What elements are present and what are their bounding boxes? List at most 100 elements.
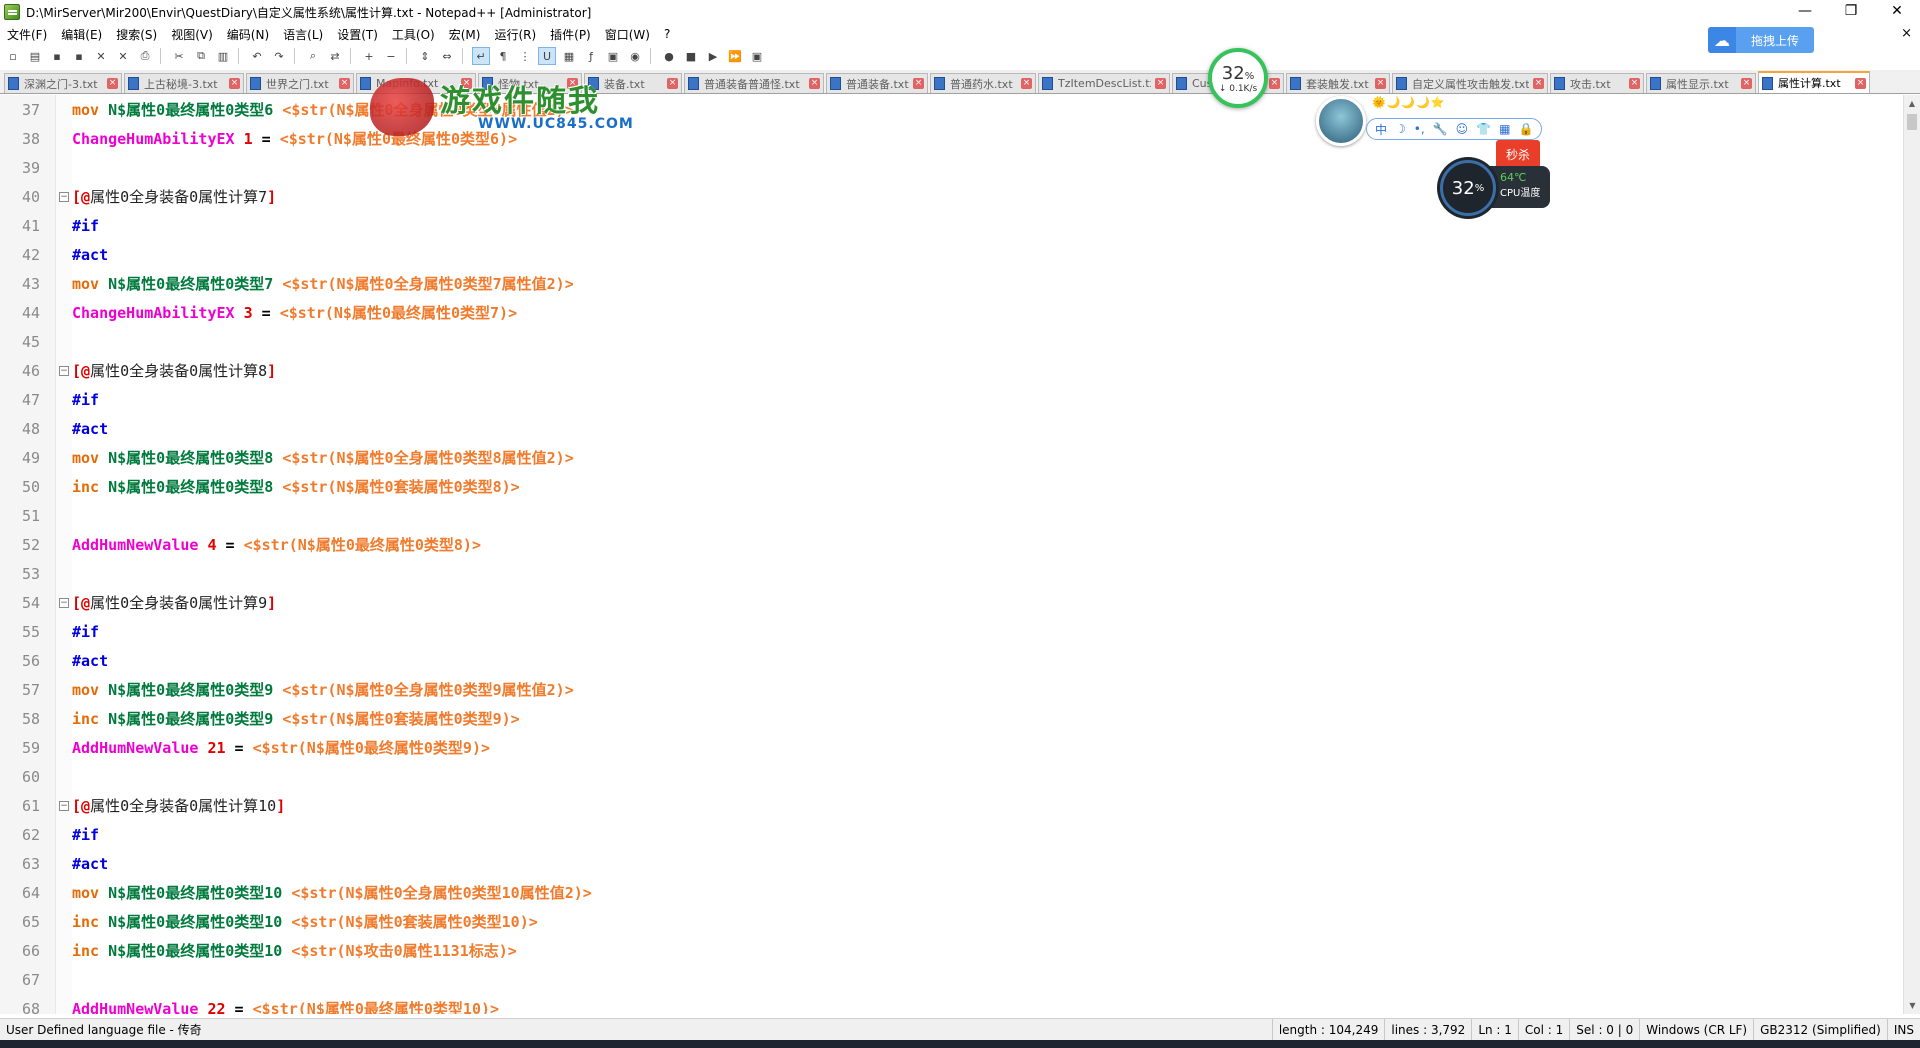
tab-close-icon[interactable]: × — [1021, 78, 1032, 89]
code-line[interactable]: 43 mov N$属性0最终属性0类型7 <$str(N$属性0全身属性0类型7属… — [0, 269, 1900, 298]
menu-search[interactable]: 搜索(S) — [109, 26, 164, 43]
sync-h-icon[interactable]: ⇔ — [438, 47, 456, 65]
tab-close-icon[interactable]: × — [1375, 78, 1386, 89]
lock-icon[interactable]: 🔒 — [1518, 122, 1533, 136]
scroll-up-icon[interactable]: ▲ — [1904, 95, 1920, 112]
code-line[interactable]: 37mov N$属性0最终属性0类型6 <$str(N$属性0全身属性0类型6属… — [0, 95, 1900, 124]
code-line[interactable]: 61 − [@属性0全身装备0属性计算10] — [0, 791, 1900, 820]
menu-settings[interactable]: 设置(T) — [330, 26, 385, 43]
menu-run[interactable]: 运行(R) — [487, 26, 543, 43]
save-icon[interactable]: ▪ — [48, 47, 66, 65]
menu-macro[interactable]: 宏(M) — [442, 26, 488, 43]
status-eol[interactable]: Windows (CR LF) — [1639, 1018, 1753, 1041]
tab-close-icon[interactable]: × — [913, 78, 924, 89]
code-line[interactable]: 59 AddHumNewValue 21 = <$str(N$属性0最终属性0类型… — [0, 733, 1900, 762]
wrench-icon[interactable]: 🔧 — [1433, 122, 1448, 136]
redo-icon[interactable]: ↷ — [270, 47, 288, 65]
run-macro-multiple-icon[interactable]: ⏩ — [726, 47, 744, 65]
code-line[interactable]: 49 mov N$属性0最终属性0类型8 <$str(N$属性0全身属性0类型8属… — [0, 443, 1900, 472]
code-line[interactable]: 39 — [0, 153, 1900, 182]
notepadpp-app-icon[interactable] — [4, 4, 20, 20]
tab-close-icon[interactable]: × — [1269, 78, 1280, 89]
code-line[interactable]: 47 #if — [0, 385, 1900, 414]
vertical-scrollbar[interactable]: ▲ ▼ — [1903, 95, 1920, 1014]
code-line[interactable]: 65 inc N$属性0最终属性0类型10 <$str(N$属性0套装属性0类型1… — [0, 907, 1900, 936]
undo-icon[interactable]: ↶ — [248, 47, 266, 65]
code-line[interactable]: 38 ChangeHumAbilityEX 1 = <$str(N$属性0最终属性… — [0, 124, 1900, 153]
code-line[interactable]: 53 — [0, 559, 1900, 588]
menu-tools[interactable]: 工具(O) — [385, 26, 442, 43]
cut-icon[interactable]: ✂ — [170, 47, 188, 65]
close-document-icon[interactable]: × — [1901, 26, 1912, 41]
code-line[interactable]: 57 mov N$属性0最终属性0类型9 <$str(N$属性0全身属性0类型9属… — [0, 675, 1900, 704]
emoji-icon[interactable]: ☺ — [1456, 122, 1469, 136]
document-tab[interactable]: 属性计算.txt × — [1758, 71, 1870, 93]
tab-close-icon[interactable]: × — [339, 78, 350, 89]
status-insert-mode[interactable]: INS — [1886, 1018, 1920, 1041]
document-tab[interactable]: 属性显示.txt × — [1646, 73, 1756, 93]
code-line[interactable]: 41 #if — [0, 211, 1900, 240]
code-line[interactable]: 62 #if — [0, 820, 1900, 849]
code-line[interactable]: 52 AddHumNewValue 4 = <$str(N$属性0最终属性0类型8… — [0, 530, 1900, 559]
document-tab[interactable]: 套装触发.txt × — [1286, 73, 1390, 93]
ime-toolbar[interactable]: 中 ☽ •, 🔧 ☺ 👕 ▦ 🔒 — [1366, 118, 1542, 140]
replace-icon[interactable]: ⇄ — [326, 47, 344, 65]
udl-icon[interactable]: U — [538, 47, 556, 65]
document-tab[interactable]: 上古秘境-3.txt × — [124, 73, 244, 93]
document-tab[interactable]: 普通装备普通怪.txt × — [684, 73, 824, 93]
tab-close-icon[interactable]: × — [1741, 78, 1752, 89]
zoom-in-icon[interactable]: + — [360, 47, 378, 65]
restore-button[interactable]: ❐ — [1828, 0, 1874, 22]
moon-icon[interactable]: ☽ — [1395, 122, 1406, 136]
document-tab[interactable]: 普通药水.txt × — [930, 73, 1036, 93]
fold-toggle-icon[interactable]: − — [59, 800, 69, 811]
save-macro-icon[interactable]: ▣ — [748, 47, 766, 65]
tab-close-icon[interactable]: × — [1855, 77, 1866, 89]
document-tab[interactable]: 深渊之门-3.txt × — [4, 73, 122, 93]
zoom-out-icon[interactable]: − — [382, 47, 400, 65]
code-line[interactable]: 67 — [0, 965, 1900, 994]
tab-close-icon[interactable]: × — [667, 78, 678, 89]
word-wrap-icon[interactable]: ↵ — [472, 47, 490, 65]
code-line[interactable]: 40 − [@属性0全身装备0属性计算7] — [0, 182, 1900, 211]
play-macro-icon[interactable]: ▶ — [704, 47, 722, 65]
sync-v-icon[interactable]: ⇕ — [416, 47, 434, 65]
code-line[interactable]: 45 — [0, 327, 1900, 356]
tab-close-icon[interactable]: × — [229, 78, 240, 89]
code-line[interactable]: 50 inc N$属性0最终属性0类型8 <$str(N$属性0套装属性0类型8)… — [0, 472, 1900, 501]
menu-encoding[interactable]: 编码(N) — [220, 26, 276, 43]
cpu-monitor-widget[interactable]: 秒杀 32% 64℃ CPU温度 — [1438, 140, 1558, 220]
tab-close-icon[interactable]: × — [809, 78, 820, 89]
fold-toggle-icon[interactable]: − — [59, 365, 69, 376]
code-line[interactable]: 56 #act — [0, 646, 1900, 675]
menu-window[interactable]: 窗口(W) — [598, 26, 657, 43]
fold-toggle-icon[interactable]: − — [59, 597, 69, 608]
print-icon[interactable]: ⎙ — [136, 47, 154, 65]
ime-toolbar-widget[interactable]: 🌞🌙🌙🌙⭐ 中 ☽ •, 🔧 ☺ 👕 ▦ 🔒 — [1316, 96, 1542, 146]
code-line[interactable]: 60 — [0, 762, 1900, 791]
menu-view[interactable]: 视图(V) — [164, 26, 220, 43]
copy-icon[interactable]: ⧉ — [192, 47, 210, 65]
doc-map-icon[interactable]: ▦ — [560, 47, 578, 65]
document-tab[interactable]: 攻击.txt × — [1550, 73, 1644, 93]
code-line[interactable]: 66 inc N$属性0最终属性0类型10 <$str(N$攻击0属性1131标志… — [0, 936, 1900, 965]
record-macro-icon[interactable]: ● — [660, 47, 678, 65]
save-all-icon[interactable]: ▪ — [70, 47, 88, 65]
new-file-icon[interactable]: ▫ — [4, 47, 22, 65]
menu-edit[interactable]: 编辑(E) — [54, 26, 109, 43]
editor-area[interactable]: 37mov N$属性0最终属性0类型6 <$str(N$属性0全身属性0类型6属… — [0, 95, 1920, 1014]
menu-plugins[interactable]: 插件(P) — [543, 26, 598, 43]
document-tab[interactable]: 世界之门.txt × — [246, 73, 354, 93]
tab-close-icon[interactable]: × — [1629, 78, 1640, 89]
menu-language[interactable]: 语言(L) — [276, 26, 330, 43]
tab-close-icon[interactable]: × — [1155, 78, 1166, 89]
document-tab[interactable]: 普通装备.txt × — [826, 73, 928, 93]
code-line[interactable]: 51 — [0, 501, 1900, 530]
flash-sale-badge[interactable]: 秒杀 — [1496, 140, 1540, 168]
scroll-down-icon[interactable]: ▼ — [1904, 997, 1920, 1014]
punctuation-icon[interactable]: •, — [1414, 122, 1425, 136]
grid-icon[interactable]: ▦ — [1499, 122, 1510, 136]
status-encoding[interactable]: GB2312 (Simplified) — [1753, 1018, 1887, 1041]
monitor-icon[interactable]: ◉ — [626, 47, 644, 65]
tab-close-icon[interactable]: × — [1533, 78, 1544, 89]
